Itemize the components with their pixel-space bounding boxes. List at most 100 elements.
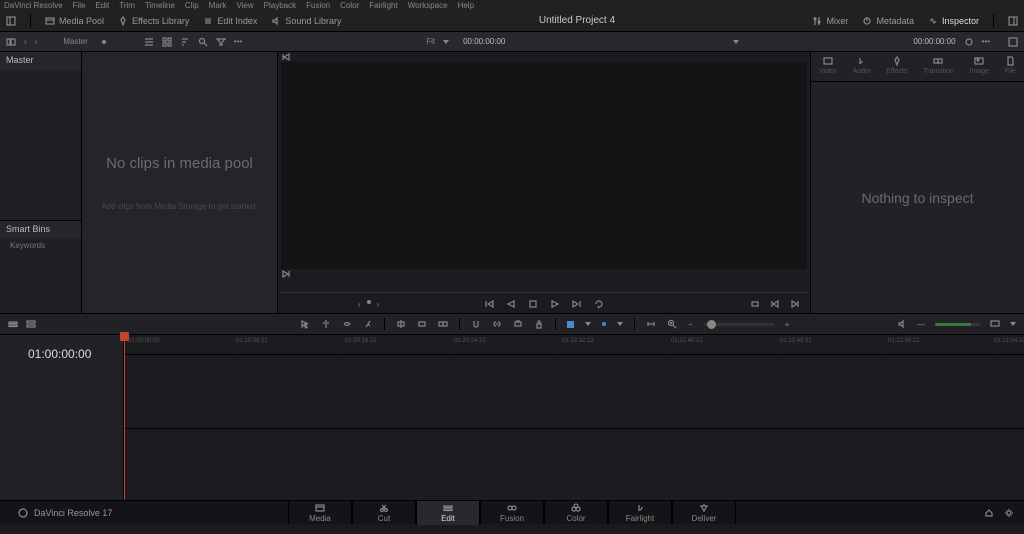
go-to-in-icon[interactable]	[770, 299, 780, 309]
tab-inspector[interactable]: Inspector	[928, 16, 979, 26]
zoom-detail-icon[interactable]	[667, 319, 677, 329]
first-frame-icon[interactable]	[484, 299, 494, 309]
tab-effects-library[interactable]: Effects Library	[118, 16, 189, 26]
sort-icon[interactable]	[180, 37, 190, 47]
snap-icon[interactable]	[471, 319, 481, 329]
page-edit[interactable]: Edit	[416, 501, 480, 525]
panel-toggle-icon[interactable]	[6, 16, 16, 26]
stacked-icon[interactable]	[26, 319, 36, 329]
flag-icon[interactable]	[567, 321, 574, 328]
overwrite-icon[interactable]	[417, 319, 427, 329]
page-cut[interactable]: Cut	[352, 501, 416, 525]
dim-label[interactable]: —	[917, 320, 925, 329]
track-header-area[interactable]: 01:00:00:00	[0, 335, 124, 500]
timeline-ruler[interactable]: 01:00:00:00 01:22:08:22 01:20:16:22 01:2…	[124, 335, 1024, 355]
home-icon[interactable]	[984, 508, 994, 518]
viewer-canvas[interactable]	[281, 62, 807, 269]
tab-edit-index[interactable]: Edit Index	[203, 16, 257, 26]
nav-back[interactable]: ‹	[24, 37, 27, 46]
page-media[interactable]: Media	[288, 501, 352, 525]
monitor-icon[interactable]	[990, 319, 1000, 329]
go-to-out-icon[interactable]	[790, 299, 800, 309]
bin-master[interactable]: Master	[0, 52, 81, 70]
next-edit-icon[interactable]	[281, 269, 291, 279]
menu-item[interactable]: Workspace	[408, 1, 448, 10]
match-frame-icon[interactable]: ›	[377, 300, 380, 309]
menu-item[interactable]: Edit	[95, 1, 109, 10]
position-lock-icon[interactable]	[513, 319, 523, 329]
volume-slider[interactable]	[935, 323, 980, 326]
menu-item[interactable]: Trim	[119, 1, 135, 10]
match-frame-icon[interactable]: ‹	[358, 300, 361, 309]
prev-edit-icon[interactable]	[281, 52, 291, 62]
search-icon[interactable]	[198, 37, 208, 47]
inspector-tab-image[interactable]: Image	[970, 56, 989, 81]
menu-item[interactable]: Fairlight	[369, 1, 397, 10]
last-frame-icon[interactable]	[572, 299, 582, 309]
clip-select-chevron[interactable]	[733, 40, 739, 44]
inspector-tab-audio[interactable]: Audio	[852, 56, 870, 81]
expand-icon[interactable]	[1008, 37, 1018, 47]
replace-icon[interactable]	[438, 319, 448, 329]
tracks[interactable]	[124, 355, 1024, 500]
chevron-down-icon[interactable]	[617, 322, 623, 326]
lock-icon[interactable]	[534, 319, 544, 329]
mute-icon[interactable]	[897, 319, 907, 329]
arrow-tool-icon[interactable]	[300, 319, 310, 329]
tab-metadata[interactable]: Metadata	[862, 16, 914, 26]
zoom-in[interactable]: +	[785, 320, 790, 329]
page-fusion[interactable]: Fusion	[480, 501, 544, 525]
viewer-scrubber[interactable]	[281, 281, 807, 293]
panel-toggle-icon[interactable]	[1008, 16, 1018, 26]
chevron-down-icon[interactable]	[443, 40, 449, 44]
record-icon[interactable]	[102, 40, 106, 44]
zoom-fit[interactable]: Fit	[426, 37, 435, 46]
loop-viewer-icon[interactable]	[964, 37, 974, 47]
loop-icon[interactable]	[594, 299, 604, 309]
match-frame-icon[interactable]	[750, 299, 760, 309]
inspector-tab-file[interactable]: File	[1005, 56, 1016, 81]
trim-tool-icon[interactable]	[321, 319, 331, 329]
dynamic-trim-icon[interactable]	[342, 319, 352, 329]
page-deliver[interactable]: Deliver	[672, 501, 736, 525]
play-icon[interactable]	[550, 299, 560, 309]
menu-item[interactable]: Color	[340, 1, 359, 10]
more-icon[interactable]: •••	[234, 37, 242, 46]
menu-item[interactable]: DaVinci Resolve	[4, 1, 63, 10]
viewer-options[interactable]: •••	[982, 37, 990, 46]
zoom-out[interactable]: −	[688, 320, 693, 329]
menu-item[interactable]: Help	[458, 1, 474, 10]
smart-bins-header[interactable]: Smart Bins	[0, 220, 81, 238]
playhead[interactable]	[124, 335, 125, 500]
menu-item[interactable]: Playback	[264, 1, 296, 10]
inspector-tab-effects[interactable]: Effects	[886, 56, 907, 81]
menu-item[interactable]: View	[236, 1, 253, 10]
menu-item[interactable]: Fusion	[306, 1, 330, 10]
list-view-icon[interactable]	[144, 37, 154, 47]
zoom-slider[interactable]	[704, 323, 774, 326]
stop-icon[interactable]	[528, 299, 538, 309]
tab-sound-library[interactable]: Sound Library	[271, 16, 341, 26]
page-fairlight[interactable]: Fairlight	[608, 501, 672, 525]
inspector-tab-transition[interactable]: Transition	[923, 56, 953, 81]
timeline-tracks-area[interactable]: 01:00:00:00 01:22:08:22 01:20:16:22 01:2…	[124, 335, 1024, 500]
marker-icon[interactable]	[602, 322, 606, 326]
menu-item[interactable]: File	[73, 1, 86, 10]
menu-item[interactable]: Timeline	[145, 1, 175, 10]
zoom-full-icon[interactable]	[646, 319, 656, 329]
inspector-tab-video[interactable]: Video	[819, 56, 837, 81]
smart-bin-keywords[interactable]: Keywords	[0, 238, 81, 253]
filter-icon[interactable]	[216, 37, 226, 47]
timeline-view-icon[interactable]	[8, 319, 18, 329]
chevron-down-icon[interactable]	[585, 322, 591, 326]
tab-media-pool[interactable]: Media Pool	[45, 16, 104, 26]
tab-mixer[interactable]: Mixer	[812, 16, 848, 26]
blade-tool-icon[interactable]	[363, 319, 373, 329]
media-pool[interactable]: No clips in media pool Add clips from Me…	[82, 52, 277, 313]
gear-icon[interactable]	[1004, 508, 1014, 518]
nav-fwd[interactable]: ›	[35, 37, 38, 46]
sidebar-toggle-icon[interactable]	[6, 37, 16, 47]
chevron-down-icon[interactable]	[1010, 322, 1016, 326]
mark-in-icon[interactable]	[367, 300, 371, 304]
page-color[interactable]: Color	[544, 501, 608, 525]
